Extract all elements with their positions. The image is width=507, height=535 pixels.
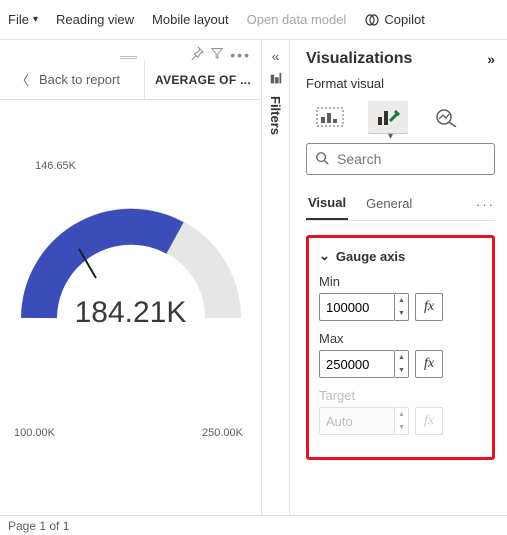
spin-up-icon[interactable]: ▲ xyxy=(395,351,408,364)
active-tab-caret-icon: ▾ xyxy=(388,131,393,142)
target-input xyxy=(319,407,395,435)
pin-icon[interactable] xyxy=(190,46,204,63)
page-indicator: Page 1 of 1 xyxy=(8,519,69,533)
tab-visual[interactable]: Visual xyxy=(306,189,348,220)
gauge-axis-toggle[interactable]: ⌄ Gauge axis xyxy=(319,248,482,264)
target-fx-button: fx xyxy=(415,407,443,435)
chevron-left-double-icon[interactable]: « xyxy=(272,48,280,64)
gauge-visual[interactable]: 146.65K 184.21K 100.00K 250.00K xyxy=(0,100,261,515)
drag-grip-icon[interactable]: ══ xyxy=(120,50,137,64)
chevron-down-icon: ▾ xyxy=(33,14,38,25)
menu-open-data-model: Open data model xyxy=(247,12,347,27)
min-label: Min xyxy=(319,274,482,289)
format-mode-switch: ▾ xyxy=(306,97,495,143)
max-spinner[interactable]: ▲▼ xyxy=(395,350,409,378)
tab-general[interactable]: General xyxy=(364,190,414,219)
copilot-icon xyxy=(364,12,380,28)
build-visual-icon[interactable] xyxy=(310,101,350,133)
target-spinner: ▲▼ xyxy=(395,407,409,435)
menu-file-label: File xyxy=(8,12,29,27)
menu-reading-view[interactable]: Reading view xyxy=(56,12,134,27)
min-input[interactable] xyxy=(319,293,395,321)
visualizations-title: Visualizations xyxy=(306,50,412,68)
filters-label: Filters xyxy=(268,96,283,135)
spin-down-icon[interactable]: ▼ xyxy=(395,307,408,320)
spin-down-icon[interactable]: ▼ xyxy=(395,364,408,377)
filters-rail[interactable]: « Filters xyxy=(262,40,290,515)
analytics-icon[interactable] xyxy=(426,101,466,133)
filters-rail-labels: Filters xyxy=(268,72,283,135)
chevron-left-icon: 〈 xyxy=(16,70,29,89)
menu-copilot[interactable]: Copilot xyxy=(364,12,424,28)
back-to-report[interactable]: 〈 Back to report xyxy=(0,70,144,89)
min-fx-button[interactable]: fx xyxy=(415,293,443,321)
spin-up-icon: ▲ xyxy=(395,408,408,421)
chevron-down-icon: ⌄ xyxy=(319,248,330,264)
spin-up-icon[interactable]: ▲ xyxy=(395,294,408,307)
status-bar: Page 1 of 1 xyxy=(0,515,507,535)
format-visual-icon[interactable] xyxy=(368,101,408,133)
format-visual-label: Format visual xyxy=(306,76,495,91)
target-label: Target xyxy=(319,388,482,403)
search-icon xyxy=(315,151,329,168)
max-label: Max xyxy=(319,331,482,346)
spin-down-icon: ▼ xyxy=(395,421,408,434)
max-input[interactable] xyxy=(319,350,395,378)
gauge-min-label: 100.00K xyxy=(14,427,55,439)
gauge-axis-card: ⌄ Gauge axis Min ▲▼ fx Max xyxy=(306,235,495,460)
more-icon[interactable]: ••• xyxy=(230,47,251,63)
menu-mobile-layout[interactable]: Mobile layout xyxy=(152,12,229,27)
gauge-axis-label: Gauge axis xyxy=(336,249,405,264)
visualizations-pane: Visualizations » Format visual ▾ Visual … xyxy=(290,40,507,515)
menu-copilot-label: Copilot xyxy=(384,12,424,27)
filter-icon[interactable] xyxy=(210,46,224,63)
metric-title: AVERAGE OF ... xyxy=(144,60,261,99)
gauge-max-label: 250.00K xyxy=(202,427,243,439)
gauge-value: 184.21K xyxy=(75,296,187,330)
back-label: Back to report xyxy=(39,72,120,87)
format-search-input[interactable] xyxy=(337,151,507,167)
format-search[interactable] xyxy=(306,143,495,175)
canvas-pane: ••• ══ 〈 Back to report AVERAGE OF ... 1… xyxy=(0,40,262,515)
filters-rail-icon xyxy=(269,72,283,88)
menu-file[interactable]: File ▾ xyxy=(8,12,38,27)
gauge-marker-label: 146.65K xyxy=(35,160,76,172)
min-spinner[interactable]: ▲▼ xyxy=(395,293,409,321)
max-fx-button[interactable]: fx xyxy=(415,350,443,378)
expand-pane-icon[interactable]: » xyxy=(487,51,495,67)
visual-toolbar: ••• xyxy=(190,46,251,63)
tabs-more-icon[interactable]: ··· xyxy=(476,197,495,212)
